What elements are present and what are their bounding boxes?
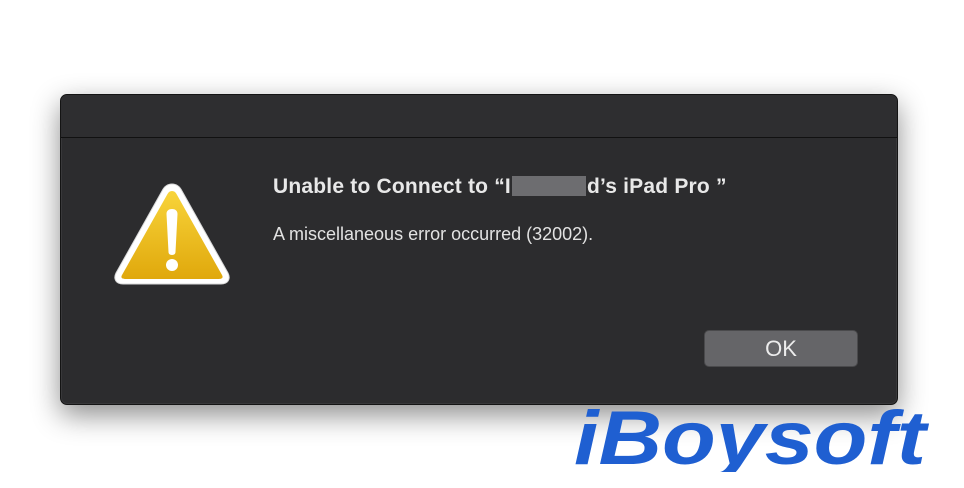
dialog-title: Unable to Connect to “I d’s iPad Pro ” bbox=[273, 175, 727, 199]
error-dialog: Unable to Connect to “I d’s iPad Pro ” A … bbox=[60, 94, 898, 405]
warning-icon bbox=[114, 183, 230, 285]
ok-button[interactable]: OK bbox=[704, 330, 858, 367]
iboysoft-logo-text: iBoysoft bbox=[574, 396, 929, 472]
iboysoft-logo: iBoysoft bbox=[574, 396, 929, 472]
dialog-message: A miscellaneous error occurred (32002). bbox=[273, 224, 594, 244]
redacted-name-block bbox=[511, 176, 586, 196]
dialog-title-prefix: Unable to Connect to “I bbox=[273, 175, 511, 198]
dialog-title-suffix: d’s iPad Pro ” bbox=[586, 175, 727, 198]
dialog-titlebar[interactable] bbox=[61, 95, 897, 138]
